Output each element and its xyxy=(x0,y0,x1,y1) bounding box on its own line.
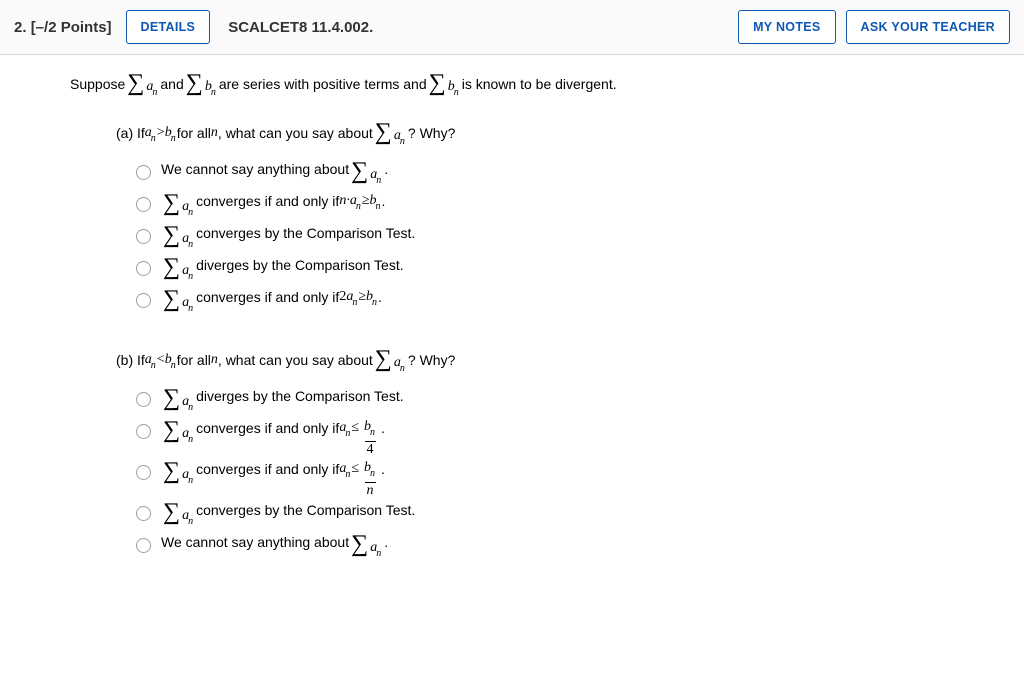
part-b-options: ∑an diverges by the Comparison Test. ∑an… xyxy=(116,388,1014,562)
part-b: (b) If an < bn for all n , what can you … xyxy=(70,349,1014,562)
part-a-question: (a) If an > bn for all n , what can you … xyxy=(116,122,1014,153)
radio-b2[interactable] xyxy=(136,424,151,439)
radio-a2[interactable] xyxy=(136,197,151,212)
question-body: Suppose ∑an and ∑bn are series with posi… xyxy=(0,55,1024,576)
sum-an-icon: ∑an xyxy=(375,122,406,153)
option-b1[interactable]: ∑an diverges by the Comparison Test. xyxy=(136,388,1014,416)
radio-b3[interactable] xyxy=(136,465,151,480)
question-number: 2. [–/2 Points] xyxy=(14,19,112,36)
prompt-line: Suppose ∑an and ∑bn are series with posi… xyxy=(70,73,1014,104)
part-b-question: (b) If an < bn for all n , what can you … xyxy=(116,349,1014,380)
option-a3[interactable]: ∑an converges by the Comparison Test. xyxy=(136,225,1014,253)
part-a: (a) If an > bn for all n , what can you … xyxy=(70,122,1014,317)
radio-a5[interactable] xyxy=(136,293,151,308)
option-a2[interactable]: ∑an converges if and only if n·an ≥ bn . xyxy=(136,193,1014,221)
part-a-options: We cannot say anything about ∑an . ∑an c… xyxy=(116,161,1014,317)
my-notes-button[interactable]: MY NOTES xyxy=(738,10,835,44)
option-a5[interactable]: ∑an converges if and only if 2an ≥ bn . xyxy=(136,289,1014,317)
question-header: 2. [–/2 Points] DETAILS SCALCET8 11.4.00… xyxy=(0,0,1024,55)
radio-a1[interactable] xyxy=(136,165,151,180)
option-b4[interactable]: ∑an converges by the Comparison Test. xyxy=(136,502,1014,530)
sum-an-icon: ∑an xyxy=(375,349,406,380)
radio-b5[interactable] xyxy=(136,538,151,553)
radio-b1[interactable] xyxy=(136,392,151,407)
details-button[interactable]: DETAILS xyxy=(126,10,211,44)
sum-bn-icon: ∑bn xyxy=(186,73,217,104)
option-b5[interactable]: We cannot say anything about ∑an . xyxy=(136,534,1014,562)
textbook-reference: SCALCET8 11.4.002. xyxy=(228,19,373,36)
option-b2[interactable]: ∑an converges if and only if an ≤ bn 4 . xyxy=(136,420,1014,457)
option-b3[interactable]: ∑an converges if and only if an ≤ bn n . xyxy=(136,461,1014,498)
radio-b4[interactable] xyxy=(136,506,151,521)
ask-teacher-button[interactable]: ASK YOUR TEACHER xyxy=(846,10,1010,44)
radio-a4[interactable] xyxy=(136,261,151,276)
option-a4[interactable]: ∑an diverges by the Comparison Test. xyxy=(136,257,1014,285)
option-a1[interactable]: We cannot say anything about ∑an . xyxy=(136,161,1014,189)
radio-a3[interactable] xyxy=(136,229,151,244)
sum-bn-icon: ∑bn xyxy=(429,73,460,104)
sum-an-icon: ∑an xyxy=(127,73,158,104)
